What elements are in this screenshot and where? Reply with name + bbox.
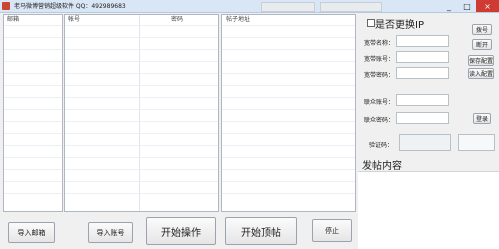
captcha-label: 验证码： [369,142,394,149]
lianzhong-account-input[interactable] [396,94,449,106]
change-ip-checkbox[interactable] [367,19,375,27]
dial-button[interactable]: 拨号 [472,24,492,35]
save-config-button[interactable]: 保存配置 [468,55,494,66]
start-bump-button[interactable]: 开始顶帖 [225,217,297,245]
disconnect-button[interactable]: 断开 [472,39,492,50]
maximize-button[interactable]: □ [458,0,476,12]
minimize-button[interactable]: _ [440,0,458,12]
post-url-column-header: 帖子地址 [226,16,251,23]
broadband-name-input[interactable] [396,35,449,47]
email-list-panel[interactable]: 邮箱 [3,14,63,212]
broadband-password-input[interactable] [396,67,449,79]
post-content-area[interactable] [358,171,499,249]
top-search-field[interactable] [261,2,315,12]
password-column-header: 密码 [171,16,184,23]
close-button[interactable]: × [476,0,499,12]
account-column-header: 帐号 [68,16,81,23]
post-url-panel[interactable]: 帖子地址 [221,14,356,212]
broadband-name-label: 宽带名称： [364,40,395,47]
login-button[interactable]: 登录 [473,113,491,124]
change-ip-label: 是否更换IP [375,20,424,31]
lianzhong-account-label: 联众账号： [364,99,395,106]
broadband-account-input[interactable] [396,51,449,63]
lianzhong-password-input[interactable] [396,112,449,124]
captcha-image [458,134,495,151]
app-window: 老马微博营销超级软件 QQ：492989683 _ □ × 邮箱 帐号 密码 帖… [0,0,499,249]
start-operation-button[interactable]: 开始操作 [146,217,216,245]
captcha-input[interactable] [399,134,451,151]
broadband-password-label: 宽带密码： [364,72,395,79]
top-blank-field[interactable] [320,2,382,12]
title-bar: 老马微博营销超级软件 QQ：492989683 _ □ × [0,0,499,13]
import-emails-button[interactable]: 导入邮箱 [8,222,55,243]
broadband-account-label: 宽带账号： [364,56,395,63]
window-title: 老马微博营销超级软件 QQ：492989683 [14,3,126,10]
stop-button[interactable]: 停止 [312,219,352,242]
load-config-button[interactable]: 读入配置 [468,68,494,79]
post-content-title: 发帖内容 [362,161,402,172]
app-icon [2,2,10,10]
email-column-header: 邮箱 [7,16,20,23]
lianzhong-password-label: 联众密码： [364,117,395,124]
account-table-panel[interactable]: 帐号 密码 [64,14,219,212]
import-accounts-button[interactable]: 导入账号 [88,222,133,243]
